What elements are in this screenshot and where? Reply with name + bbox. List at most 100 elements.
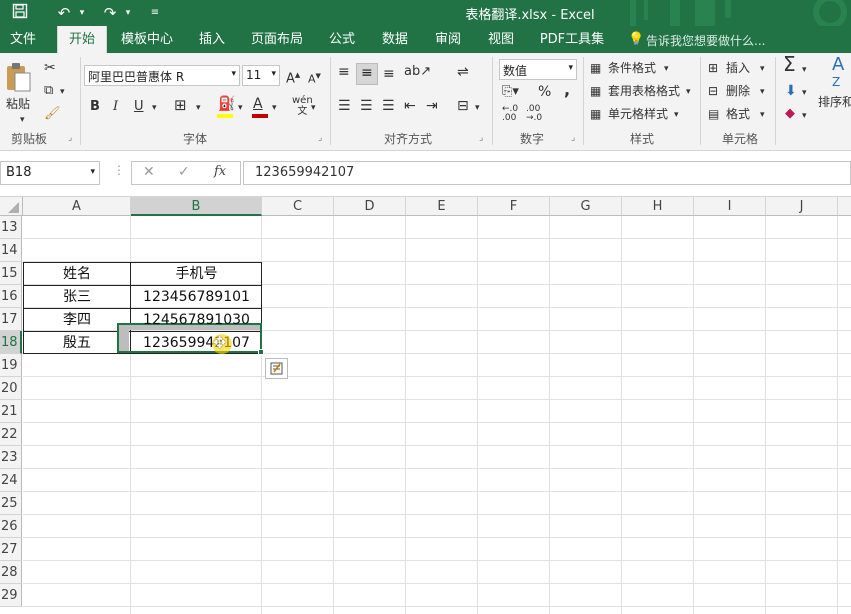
column-header-i[interactable]: I — [694, 197, 766, 216]
conditional-format-button[interactable]: 条件格式 — [608, 59, 656, 77]
table-row-2-name[interactable]: 李四 — [24, 309, 130, 331]
formula-bar-splitter-icon[interactable]: ⋮ — [113, 163, 125, 177]
align-left-icon[interactable]: ☰ — [338, 97, 351, 115]
table-row-1-phone[interactable]: 123456789101 — [131, 286, 262, 308]
format-cells-icon[interactable]: ▤ — [708, 105, 719, 123]
row-header-28[interactable]: 28 — [0, 561, 22, 584]
font-size-select[interactable]: 11 ▾ — [242, 65, 280, 86]
table-row-2-phone[interactable]: 124567891030 — [131, 312, 262, 326]
quick-analysis-button[interactable] — [265, 358, 288, 379]
decrease-font-icon[interactable]: A▼ — [308, 67, 321, 89]
italic-button[interactable]: I — [113, 98, 118, 116]
column-header-f[interactable]: F — [478, 197, 550, 216]
chevron-down-icon[interactable]: ▾ — [760, 83, 765, 101]
phonetic-icon[interactable]: wén 文 — [292, 95, 313, 117]
row-header-15[interactable]: 15 — [0, 262, 22, 285]
clear-icon[interactable]: ◆ — [785, 105, 795, 123]
percent-button[interactable]: % — [538, 83, 551, 101]
sort-filter-icon[interactable]: AZ — [832, 56, 844, 90]
autosum-dropdown-icon[interactable]: ▾ — [802, 61, 807, 79]
tab-pdf-tools[interactable]: PDF工具集 — [534, 26, 610, 53]
customize-qat-icon[interactable]: ≡ — [148, 3, 162, 23]
format-painter-icon[interactable]: 🖌 — [44, 105, 61, 123]
font-color-icon[interactable]: A — [253, 95, 263, 113]
select-all-corner[interactable] — [0, 197, 23, 216]
merge-center-icon[interactable]: ⊟ — [457, 97, 469, 115]
undo-dropdown-icon[interactable]: ▾ — [76, 3, 88, 23]
format-as-table-button[interactable]: 套用表格格式 — [608, 82, 680, 100]
row-header-23[interactable]: 23 — [0, 446, 22, 469]
row-header-17[interactable]: 17 — [0, 308, 22, 331]
row-header-24[interactable]: 24 — [0, 469, 22, 492]
decrease-decimal-icon[interactable]: .00 →.0 — [526, 105, 542, 123]
clear-dropdown-icon[interactable]: ▾ — [802, 107, 807, 125]
comma-button[interactable]: , — [564, 81, 570, 99]
conditional-format-icon[interactable]: ▦ — [590, 59, 601, 77]
fill-dropdown-icon[interactable]: ▾ — [238, 99, 243, 117]
autosum-icon[interactable]: Σ — [783, 54, 796, 74]
paste-dropdown-icon[interactable]: ▾ — [20, 111, 25, 129]
number-format-select[interactable]: 数值 ▾ — [499, 59, 577, 80]
number-launcher-icon[interactable]: ⌟ — [571, 133, 575, 143]
tell-me-search[interactable]: 告诉我您想要做什么... — [646, 32, 765, 49]
table-header-name[interactable]: 姓名 — [24, 263, 130, 285]
orientation-icon[interactable]: ab↗ — [404, 63, 431, 81]
row-header-16[interactable]: 16 — [0, 285, 22, 308]
underline-dropdown-icon[interactable]: ▾ — [152, 99, 157, 117]
chevron-down-icon[interactable]: ▾ — [760, 106, 765, 124]
cell-styles-icon[interactable]: ▦ — [590, 105, 601, 123]
row-header-19[interactable]: 19 — [0, 354, 22, 377]
delete-cells-icon[interactable]: ⊟ — [708, 82, 718, 100]
tab-data[interactable]: 数据 — [373, 26, 417, 53]
align-bottom-icon[interactable]: ≡ — [383, 65, 395, 83]
tab-view[interactable]: 视图 — [479, 26, 523, 53]
tab-formulas[interactable]: 公式 — [320, 26, 364, 53]
tab-file[interactable]: 文件 — [0, 26, 46, 53]
underline-button[interactable]: U — [134, 98, 144, 116]
increase-indent-icon[interactable]: ⇥ — [426, 97, 438, 115]
delete-cells-button[interactable]: 删除 — [726, 82, 750, 100]
column-header-h[interactable]: H — [622, 197, 694, 216]
fill-dropdown-icon[interactable]: ▾ — [802, 84, 807, 102]
row-header-26[interactable]: 26 — [0, 515, 22, 538]
merge-dropdown-icon[interactable]: ▾ — [475, 99, 480, 117]
copy-icon[interactable]: ⧉ — [44, 82, 53, 100]
fill-color-icon[interactable]: ⛽ — [218, 95, 235, 113]
wrap-text-icon[interactable]: ⇌ — [457, 63, 469, 81]
chevron-down-icon[interactable]: ▾ — [674, 106, 679, 124]
sort-filter-button[interactable]: 排序和 — [818, 93, 851, 111]
column-header-d[interactable]: D — [334, 197, 406, 216]
row-header-22[interactable]: 22 — [0, 423, 22, 446]
increase-font-icon[interactable]: A▲ — [286, 66, 300, 88]
align-right-icon[interactable]: ☰ — [382, 97, 395, 115]
column-header-e[interactable]: E — [406, 197, 478, 216]
paste-button[interactable]: 粘贴 — [6, 95, 30, 113]
clipboard-launcher-icon[interactable]: ⌟ — [68, 133, 72, 143]
insert-function-button[interactable]: fx — [214, 164, 226, 179]
format-as-table-icon[interactable]: ▦ — [590, 82, 601, 100]
column-header-b[interactable]: B — [131, 197, 262, 216]
font-launcher-icon[interactable]: ⌟ — [318, 133, 322, 143]
row-header-27[interactable]: 27 — [0, 538, 22, 561]
chevron-down-icon[interactable]: ▾ — [686, 83, 691, 101]
paste-icon[interactable] — [4, 61, 34, 97]
chevron-down-icon[interactable]: ▾ — [664, 60, 669, 78]
save-icon[interactable] — [10, 3, 30, 23]
format-cells-button[interactable]: 格式 — [726, 105, 750, 123]
font-color-dropdown-icon[interactable]: ▾ — [272, 99, 277, 117]
tab-page-layout[interactable]: 页面布局 — [244, 26, 310, 53]
fill-down-icon[interactable]: ⬇ — [785, 82, 797, 100]
row-header-14[interactable]: 14 — [0, 239, 22, 262]
column-header-c[interactable]: C — [262, 197, 334, 216]
cut-icon[interactable]: ✂ — [44, 59, 56, 77]
insert-cells-button[interactable]: 插入 — [726, 59, 750, 77]
tab-insert[interactable]: 插入 — [190, 26, 234, 53]
row-header-13[interactable]: 13 — [0, 216, 22, 239]
cancel-icon[interactable]: ✕ — [143, 164, 155, 180]
row-header-29[interactable]: 29 — [0, 584, 22, 607]
table-row-3-phone[interactable]: 123659942107 — [131, 332, 262, 354]
undo-icon[interactable]: ↶ — [52, 3, 76, 23]
chevron-down-icon[interactable]: ▾ — [760, 60, 765, 78]
bold-button[interactable]: B — [90, 98, 100, 116]
alignment-launcher-icon[interactable]: ⌟ — [479, 133, 483, 143]
